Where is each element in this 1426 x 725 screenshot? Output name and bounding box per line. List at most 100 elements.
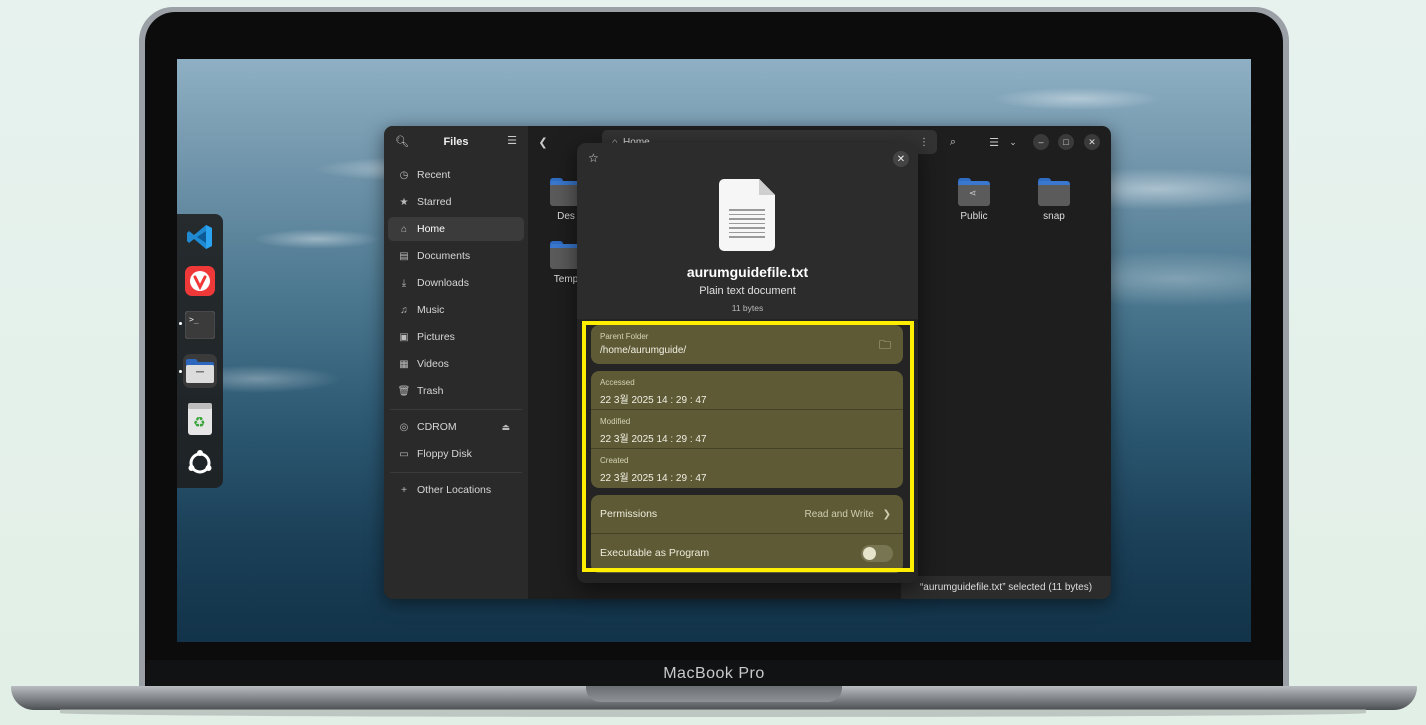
laptop-notch — [586, 686, 842, 702]
folder-label: Des — [557, 211, 575, 222]
document-icon: ▤ — [399, 250, 409, 262]
executable-row: Executable as Program — [591, 534, 903, 573]
svg-text:>_: >_ — [189, 315, 199, 324]
modified-label: Modified — [600, 417, 631, 426]
accessed-row: Accessed 22 3월 2025 14 : 29 : 47 — [591, 371, 903, 410]
modified-value: 22 3월 2025 14 : 29 : 47 — [600, 434, 707, 445]
file-type: Plain text document — [699, 285, 796, 297]
permissions-label: Permissions — [600, 508, 658, 520]
folder-snap[interactable]: snap — [1024, 178, 1084, 222]
sidebar-title: Files — [443, 136, 469, 148]
executable-toggle[interactable] — [861, 545, 893, 562]
parent-folder-card[interactable]: Parent Folder /home/aurumguide/ 🗀︎ — [591, 325, 903, 364]
menu-icon[interactable]: ☰ — [507, 134, 517, 147]
download-icon: ⤓ — [401, 277, 407, 289]
files-sidebar: 🔍︎ Files ☰ ◷ Recent ★ Starred ⌂ Home ▤ D… — [384, 126, 528, 599]
sidebar-item-label: Pictures — [417, 331, 455, 343]
sidebar-divider — [390, 472, 522, 473]
maximize-button[interactable]: □ — [1058, 134, 1074, 150]
accessed-value: 22 3월 2025 14 : 29 : 47 — [600, 395, 707, 406]
plus-icon: + — [401, 484, 407, 496]
folder-label: Public — [960, 211, 988, 222]
properties-body: Parent Folder /home/aurumguide/ 🗀︎ Acces… — [577, 319, 918, 583]
sidebar-item-cdrom[interactable]: ◎ CDROM ⏏ — [388, 415, 524, 439]
recycle-bin-icon: ♻ — [188, 403, 212, 435]
dock-files[interactable] — [183, 354, 217, 388]
video-icon: ▦ — [399, 358, 409, 370]
sidebar-item-videos[interactable]: ▦ Videos — [388, 352, 524, 376]
sidebar-item-downloads[interactable]: ⤓ Downloads — [388, 271, 524, 295]
toggle-knob — [863, 547, 876, 560]
close-dialog-button[interactable]: ✕ — [893, 151, 909, 167]
device-label: MacBook Pro — [146, 660, 1282, 688]
sidebar-item-trash[interactable]: 🗑︎ Trash — [388, 379, 524, 403]
properties-dialog: ☆ ✕ aurumguidefile.txt Plain text docume… — [577, 143, 918, 583]
text-file-icon-lines — [729, 209, 765, 241]
svg-text:♻: ♻ — [193, 415, 206, 431]
search-icon[interactable]: 🔍︎ — [395, 135, 409, 148]
dock-running-indicator — [179, 322, 182, 325]
sidebar-item-music[interactable]: ♫ Music — [388, 298, 524, 322]
search-button[interactable]: ⌕ — [942, 131, 964, 153]
eject-icon[interactable]: ⏏ — [501, 422, 510, 433]
folder-shared-icon: ⋖ — [958, 178, 990, 206]
sidebar-divider — [390, 409, 522, 410]
dock-trash[interactable]: ♻ — [183, 402, 217, 436]
status-bar: “aurumguidefile.txt” selected (11 bytes) — [901, 576, 1111, 599]
minimize-button[interactable]: – — [1033, 134, 1049, 150]
parent-folder-row[interactable]: Parent Folder /home/aurumguide/ 🗀︎ — [591, 325, 903, 364]
clock-icon: ◷ — [399, 169, 409, 181]
sidebar-item-label: Starred — [417, 196, 452, 208]
permissions-value-text: Read and Write — [804, 509, 874, 520]
vscode-icon — [187, 225, 212, 249]
sidebar-item-label: Documents — [417, 250, 471, 262]
music-icon: ♫ — [400, 304, 408, 316]
more-icon[interactable]: ⋮ — [919, 137, 929, 148]
sidebar-item-documents[interactable]: ▤ Documents — [388, 244, 524, 268]
floppy-icon: ▭ — [399, 448, 409, 460]
view-options-button[interactable]: ⌄ — [1002, 131, 1024, 153]
accessed-label: Accessed — [600, 378, 635, 387]
sidebar-item-label: Videos — [417, 358, 449, 370]
permissions-value: Read and Write ❯ — [805, 495, 891, 534]
created-label: Created — [600, 456, 629, 465]
parent-folder-label: Parent Folder — [600, 332, 649, 341]
folder-label: snap — [1043, 211, 1065, 222]
file-size: 11 bytes — [731, 303, 764, 313]
properties-header: ☆ ✕ aurumguidefile.txt Plain text docume… — [577, 143, 918, 319]
star-icon: ★ — [399, 196, 409, 208]
laptop-shadow — [60, 709, 1366, 717]
sidebar-item-other-locations[interactable]: + Other Locations — [388, 478, 524, 502]
sidebar-item-label: Downloads — [417, 277, 469, 289]
parent-folder-value: /home/aurumguide/ — [600, 345, 687, 356]
desktop-screen: >_ ♻ 🔍︎ Files ☰ ◷ Recent ★ Starred ⌂ Hom… — [177, 59, 1251, 642]
dock: >_ ♻ — [177, 214, 223, 488]
dock-vscode[interactable] — [183, 220, 217, 254]
terminal-icon: >_ — [185, 311, 215, 339]
sidebar-item-label: Trash — [417, 385, 444, 397]
dock-show-apps[interactable] — [183, 446, 217, 480]
dock-terminal[interactable]: >_ — [183, 308, 217, 342]
sidebar-item-label: Other Locations — [417, 484, 492, 496]
folder-label: Temp — [553, 274, 579, 285]
executable-label: Executable as Program — [600, 547, 710, 559]
open-folder-icon[interactable]: 🗀︎ — [879, 336, 891, 357]
folder-public[interactable]: ⋖ Public — [944, 178, 1004, 222]
sidebar-item-home[interactable]: ⌂ Home — [388, 217, 524, 241]
back-button[interactable]: ❮ — [532, 131, 554, 153]
close-window-button[interactable]: ✕ — [1084, 134, 1100, 150]
star-icon[interactable]: ☆ — [588, 151, 599, 165]
sidebar-item-floppy[interactable]: ▭ Floppy Disk — [388, 442, 524, 466]
sidebar-item-label: CDROM — [417, 421, 457, 433]
sidebar-header: 🔍︎ Files ☰ — [384, 126, 528, 158]
sidebar-item-recent[interactable]: ◷ Recent — [388, 163, 524, 187]
permissions-row[interactable]: Permissions Read and Write ❯ — [591, 495, 903, 534]
permissions-card: Permissions Read and Write ❯ Executable … — [591, 495, 903, 573]
sidebar-item-label: Recent — [417, 169, 451, 181]
sidebar-item-label: Music — [417, 304, 445, 316]
sidebar-item-starred[interactable]: ★ Starred — [388, 190, 524, 214]
dock-vivaldi[interactable] — [183, 264, 217, 298]
sidebar-item-pictures[interactable]: ▣ Pictures — [388, 325, 524, 349]
disc-icon: ◎ — [399, 421, 409, 433]
sidebar-item-label: Home — [417, 223, 446, 235]
